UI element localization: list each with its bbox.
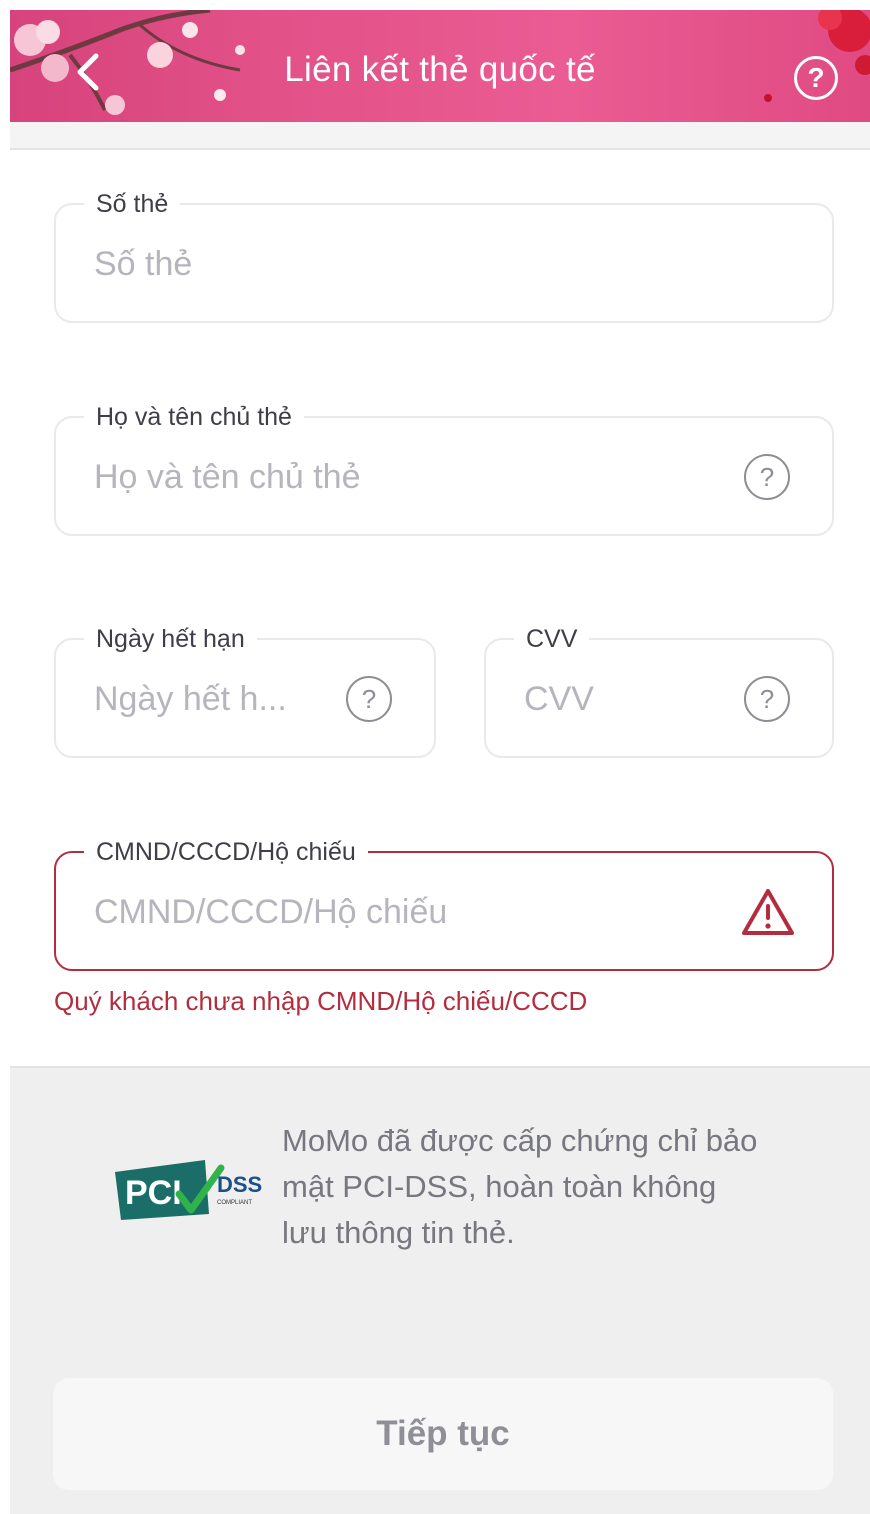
page-title: Liên kết thẻ quốc tế bbox=[284, 50, 596, 89]
expiry-help-icon[interactable]: ? bbox=[346, 676, 392, 722]
question-circle-icon: ? bbox=[807, 62, 825, 93]
help-button[interactable]: ? bbox=[794, 56, 838, 100]
card-holder-help-icon[interactable]: ? bbox=[744, 454, 790, 500]
cvv-input[interactable] bbox=[524, 670, 724, 728]
card-holder-input[interactable] bbox=[94, 448, 714, 506]
card-number-input[interactable] bbox=[94, 235, 794, 293]
expiry-field: Ngày hết hạn ? bbox=[54, 623, 436, 758]
expiry-input[interactable] bbox=[94, 670, 334, 728]
cvv-field: CVV ? bbox=[484, 623, 834, 758]
card-holder-field: Họ và tên chủ thẻ ? bbox=[54, 401, 834, 536]
continue-button[interactable]: Tiếp tục bbox=[53, 1378, 833, 1490]
dss-text: DSS bbox=[217, 1172, 262, 1197]
id-number-label: CMND/CCCD/Hộ chiếu bbox=[84, 836, 368, 868]
expiry-label: Ngày hết hạn bbox=[84, 623, 257, 655]
warning-triangle-icon bbox=[742, 889, 794, 935]
id-number-input[interactable] bbox=[94, 883, 714, 941]
cvv-help-icon[interactable]: ? bbox=[744, 676, 790, 722]
card-number-label: Số thẻ bbox=[84, 188, 181, 220]
cvv-label: CVV bbox=[514, 623, 590, 655]
app-header: Liên kết thẻ quốc tế ? bbox=[10, 10, 870, 122]
id-number-field: CMND/CCCD/Hộ chiếu bbox=[54, 836, 834, 971]
card-holder-label: Họ và tên chủ thẻ bbox=[84, 401, 304, 433]
pci-text: PCI bbox=[125, 1174, 182, 1212]
card-number-field: Số thẻ bbox=[54, 188, 834, 323]
compliant-text: COMPLIANT bbox=[217, 1200, 252, 1206]
header-divider bbox=[10, 122, 870, 150]
security-notice: MoMo đã được cấp chứng chỉ bảo mật PCI-D… bbox=[282, 1123, 758, 1250]
id-number-error: Quý khách chưa nhập CMND/Hộ chiếu/CCCD bbox=[54, 986, 588, 1016]
pci-dss-logo: PCI DSS COMPLIANT bbox=[115, 1160, 262, 1220]
bottom-section: PCI DSS COMPLIANT MoMo đã được cấp chứng… bbox=[10, 1066, 870, 1514]
